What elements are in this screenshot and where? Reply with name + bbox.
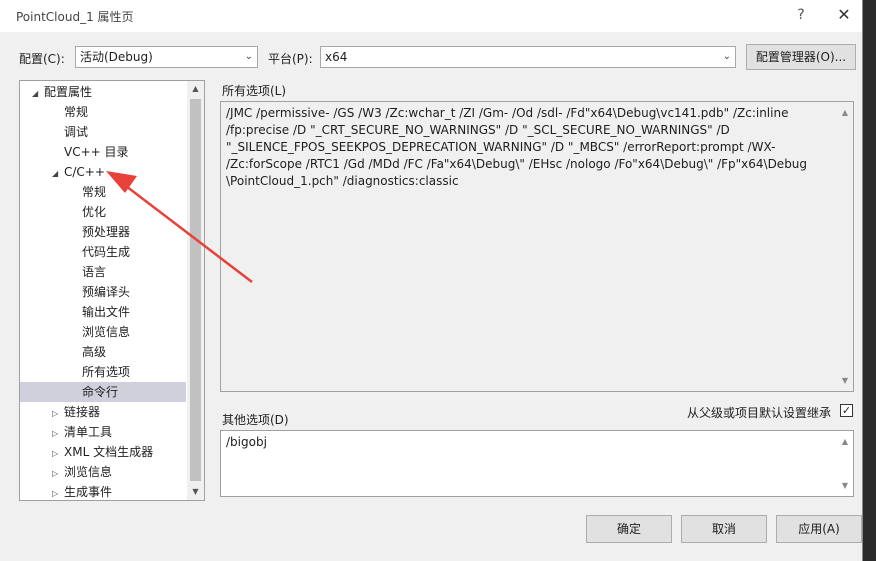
other-options-label: 其他选项(D) (222, 413, 289, 427)
apply-button[interactable]: 应用(A) (776, 515, 862, 543)
all-options-line: \PointCloud_1.pch" /diagnostics:classic (226, 174, 459, 188)
all-options-scrollbar[interactable]: ▲ ▼ (837, 102, 853, 391)
config-manager-button[interactable]: 配置管理器(O)... (746, 44, 856, 70)
tree-item[interactable]: 预处理器 (20, 222, 186, 242)
tree-item[interactable]: ▷ 生成事件 (20, 482, 186, 500)
expand-arrow-icon[interactable]: ▷ (52, 484, 62, 500)
title-bar: PointCloud_1 属性页 ? ✕ (0, 0, 862, 32)
expand-arrow-icon[interactable]: ▷ (52, 464, 62, 484)
tree-item-label: 优化 (82, 205, 107, 219)
ok-button[interactable]: 确定 (586, 515, 672, 543)
platform-value: x64 (325, 50, 348, 64)
tree-item-label: 常规 (82, 185, 107, 199)
all-options-line: /fp:precise /D "_CRT_SECURE_NO_WARNINGS"… (226, 123, 730, 137)
tree-item-label: XML 文档生成器 (64, 445, 154, 459)
scroll-up-icon[interactable]: ▲ (837, 104, 853, 121)
other-options-value: /bigobj (226, 435, 267, 449)
property-tree[interactable]: ▷ 生成事件 ▷ 浏览信息 ▷ XML 文档生成器 ▷ 清单工具 ▷ 链接器 命令行 所有选项 高级 浏览… (19, 80, 205, 501)
tree-item-label: C/C++ (64, 165, 105, 179)
tree-item[interactable]: ▷ 清单工具 (20, 422, 186, 442)
tree-scrollbar[interactable]: ▲ ▼ (187, 81, 204, 500)
config-select[interactable]: 活动(Debug) ⌄ (75, 46, 258, 68)
tree-item-label: 浏览信息 (82, 325, 131, 339)
tree-item[interactable]: 所有选项 (20, 362, 186, 382)
expand-arrow-icon[interactable]: ▷ (52, 444, 62, 464)
chevron-down-icon: ⌄ (722, 51, 731, 62)
inherit-checkbox[interactable]: ✓ (840, 404, 853, 417)
platform-select[interactable]: x64 ⌄ (320, 46, 736, 68)
tree-item[interactable]: 命令行 (20, 382, 186, 402)
tree-item-label: 语言 (82, 265, 107, 279)
all-options-line: "_SILENCE_FPOS_SEEKPOS_DEPRECATION_WARNI… (226, 140, 776, 154)
tree-item[interactable]: ▷ 浏览信息 (20, 462, 186, 482)
platform-label: 平台(P): (268, 52, 313, 66)
other-options-textbox[interactable]: /bigobj ▲ ▼ (220, 430, 854, 497)
inherit-label: 从父级或项目默认设置继承 (687, 406, 832, 420)
close-button[interactable]: ✕ (832, 4, 856, 26)
tree-item-label: 所有选项 (82, 365, 131, 379)
tree-item-label: VC++ 目录 (64, 145, 129, 159)
tree-item-label: 浏览信息 (64, 465, 113, 479)
tree-item[interactable]: ◢ 配置属性 (20, 82, 186, 102)
tree-item-label: 输出文件 (82, 305, 131, 319)
all-options-textbox[interactable]: /JMC /permissive- /GS /W3 /Zc:wchar_t /Z… (220, 101, 854, 392)
tree-item-label: 预处理器 (82, 225, 131, 239)
all-options-line: /JMC /permissive- /GS /W3 /Zc:wchar_t /Z… (226, 106, 789, 120)
scroll-down-icon[interactable]: ▼ (837, 372, 853, 389)
tree-item-label: 命令行 (82, 385, 119, 399)
tree-item-label: 常规 (64, 105, 89, 119)
all-options-line: /Zc:forScope /RTC1 /Gd /MDd /FC /Fa"x64\… (226, 157, 808, 171)
config-value: 活动(Debug) (80, 50, 153, 64)
tree-item[interactable]: VC++ 目录 (20, 142, 186, 162)
tree-item[interactable]: 浏览信息 (20, 322, 186, 342)
tree-item[interactable]: 常规 (20, 102, 186, 122)
cancel-button[interactable]: 取消 (681, 515, 767, 543)
other-options-scrollbar[interactable]: ▲ ▼ (837, 431, 853, 496)
scroll-up-icon[interactable]: ▲ (837, 433, 853, 450)
expand-arrow-icon[interactable]: ▷ (52, 424, 62, 444)
tree-item[interactable]: 输出文件 (20, 302, 186, 322)
collapse-arrow-icon[interactable]: ◢ (52, 164, 62, 184)
tree-item-label: 生成事件 (64, 485, 113, 499)
help-button[interactable]: ? (790, 4, 812, 26)
scroll-down-icon[interactable]: ▼ (187, 484, 204, 500)
tree-item-label: 高级 (82, 345, 107, 359)
scroll-down-icon[interactable]: ▼ (837, 477, 853, 494)
chevron-down-icon: ⌄ (244, 51, 253, 62)
tree-item[interactable]: ▷ 链接器 (20, 402, 186, 422)
tree-item[interactable]: 优化 (20, 202, 186, 222)
tree-item[interactable]: 常规 (20, 182, 186, 202)
tree-item[interactable]: 预编译头 (20, 282, 186, 302)
collapse-arrow-icon[interactable]: ◢ (32, 84, 42, 104)
tree-item-label: 配置属性 (44, 85, 93, 99)
tree-item[interactable]: ◢ C/C++ (20, 162, 186, 182)
tree-item-label: 代码生成 (82, 245, 131, 259)
tree-item-label: 预编译头 (82, 285, 131, 299)
tree-item[interactable]: 代码生成 (20, 242, 186, 262)
scroll-up-icon[interactable]: ▲ (187, 81, 204, 97)
tree-item[interactable]: ▷ XML 文档生成器 (20, 442, 186, 462)
window-title: PointCloud_1 属性页 (16, 10, 134, 24)
tree-item-label: 链接器 (64, 405, 101, 419)
expand-arrow-icon[interactable]: ▷ (52, 404, 62, 424)
tree-item[interactable]: 高级 (20, 342, 186, 362)
tree-item-label: 调试 (64, 125, 89, 139)
config-label: 配置(C): (19, 52, 65, 66)
scroll-thumb[interactable] (190, 99, 201, 481)
all-options-label: 所有选项(L) (222, 84, 287, 98)
tree-item-label: 清单工具 (64, 425, 113, 439)
property-pages-dialog: PointCloud_1 属性页 ? ✕ 配置(C): 活动(Debug) ⌄ … (0, 0, 863, 561)
tree-item[interactable]: 调试 (20, 122, 186, 142)
tree-item[interactable]: 语言 (20, 262, 186, 282)
